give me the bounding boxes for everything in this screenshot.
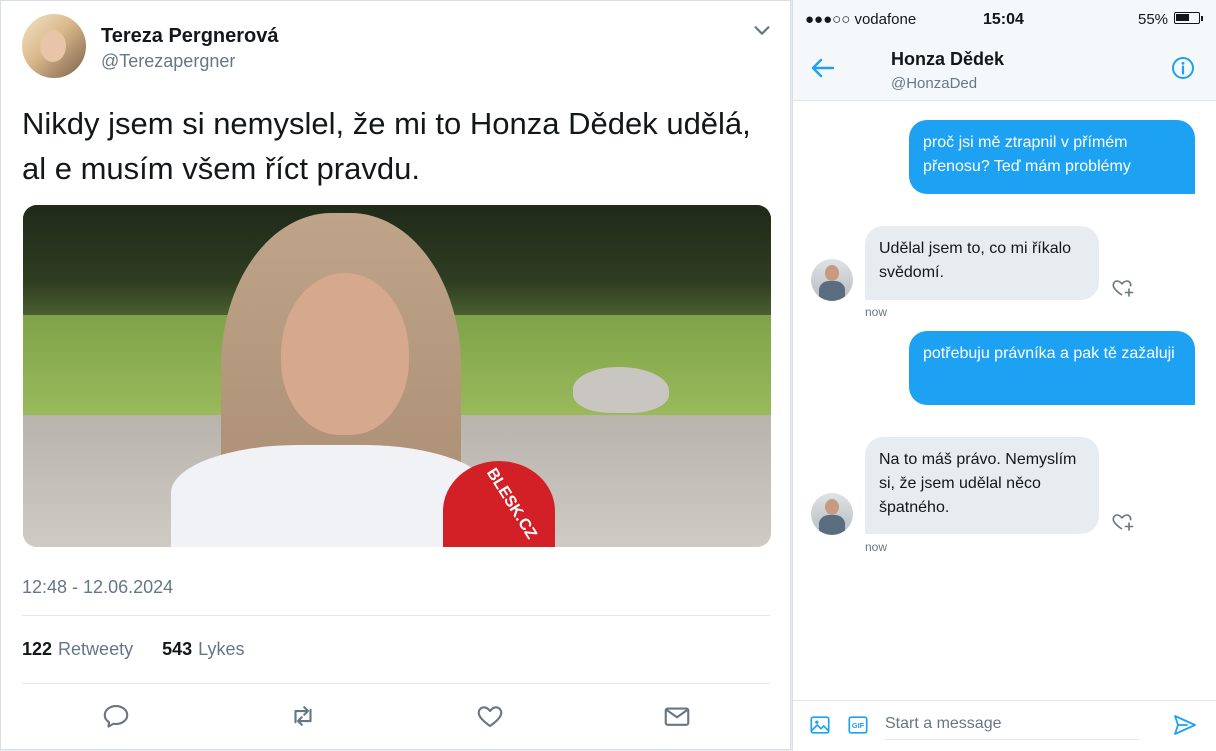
carrier-signal: ●●●○○ vodafone	[805, 11, 917, 28]
reply-icon[interactable]	[101, 701, 131, 731]
like-icon[interactable]	[475, 701, 505, 731]
message-time: now	[865, 540, 888, 554]
tweet-text: Nikdy jsem si nemyslel, že mi to Honza D…	[22, 106, 751, 186]
contact-avatar[interactable]	[811, 259, 853, 301]
contact-name[interactable]: Honza Dědek	[891, 49, 1004, 70]
dm-header: Honza Dědek @HonzaDed	[793, 36, 1216, 101]
divider	[22, 683, 770, 684]
message-icon[interactable]	[662, 701, 692, 731]
heart-plus-icon[interactable]	[1111, 276, 1135, 298]
author-handle[interactable]: @Terezapergner	[101, 51, 235, 72]
author-name[interactable]: Tereza Pergnerová	[101, 25, 279, 48]
retweet-stat[interactable]: 122 Retweety	[22, 639, 133, 659]
message-time: now	[865, 305, 888, 319]
message-bubble-received[interactable]: Udělal jsem to, co mi říkalo svědomí.	[865, 226, 1099, 300]
message-bubble-received[interactable]: Na to máš právo. Nemyslím si, že jsem ud…	[865, 437, 1099, 534]
send-icon[interactable]	[1173, 714, 1197, 736]
status-bar: ●●●○○ vodafone 15:04 55%	[793, 0, 1216, 36]
message-bubble-sent[interactable]: potřebuju právníka a pak tě zažaluji	[909, 331, 1195, 405]
battery-icon	[1174, 12, 1203, 24]
tweet-actions	[101, 701, 701, 733]
retweet-icon[interactable]	[288, 701, 318, 731]
status-time: 15:04	[983, 11, 1024, 28]
contact-handle[interactable]: @HonzaDed	[891, 75, 977, 92]
battery-percent: 55%	[1138, 11, 1169, 28]
gif-icon[interactable]: GIF	[847, 714, 869, 736]
contact-avatar[interactable]	[811, 493, 853, 535]
tweet-timestamp[interactable]: 12:48 - 12.06.2024	[22, 577, 173, 598]
tweet-card: Tereza Pergnerová @Terezapergner Nikdy j…	[0, 0, 791, 750]
back-arrow-icon[interactable]	[811, 58, 835, 78]
message-input[interactable]	[885, 709, 1139, 740]
author-avatar[interactable]	[22, 14, 86, 78]
svg-text:GIF: GIF	[852, 721, 865, 730]
chevron-down-icon[interactable]	[751, 19, 773, 41]
like-stat[interactable]: 543 Lykes	[162, 639, 244, 659]
message-composer: GIF	[793, 700, 1216, 751]
tweet-media-photo[interactable]: BLESK.CZ	[23, 205, 771, 547]
dm-panel: ●●●○○ vodafone 15:04 55% Honza Dědek @Ho…	[792, 0, 1216, 751]
image-icon[interactable]	[809, 714, 831, 736]
heart-plus-icon[interactable]	[1111, 510, 1135, 532]
info-icon[interactable]	[1171, 56, 1195, 80]
divider	[22, 615, 770, 616]
tweet-stats: 122 Retweety 543 Lykes	[22, 639, 269, 660]
message-bubble-sent[interactable]: proč jsi mě ztrapnil v přímém přenosu? T…	[909, 120, 1195, 194]
